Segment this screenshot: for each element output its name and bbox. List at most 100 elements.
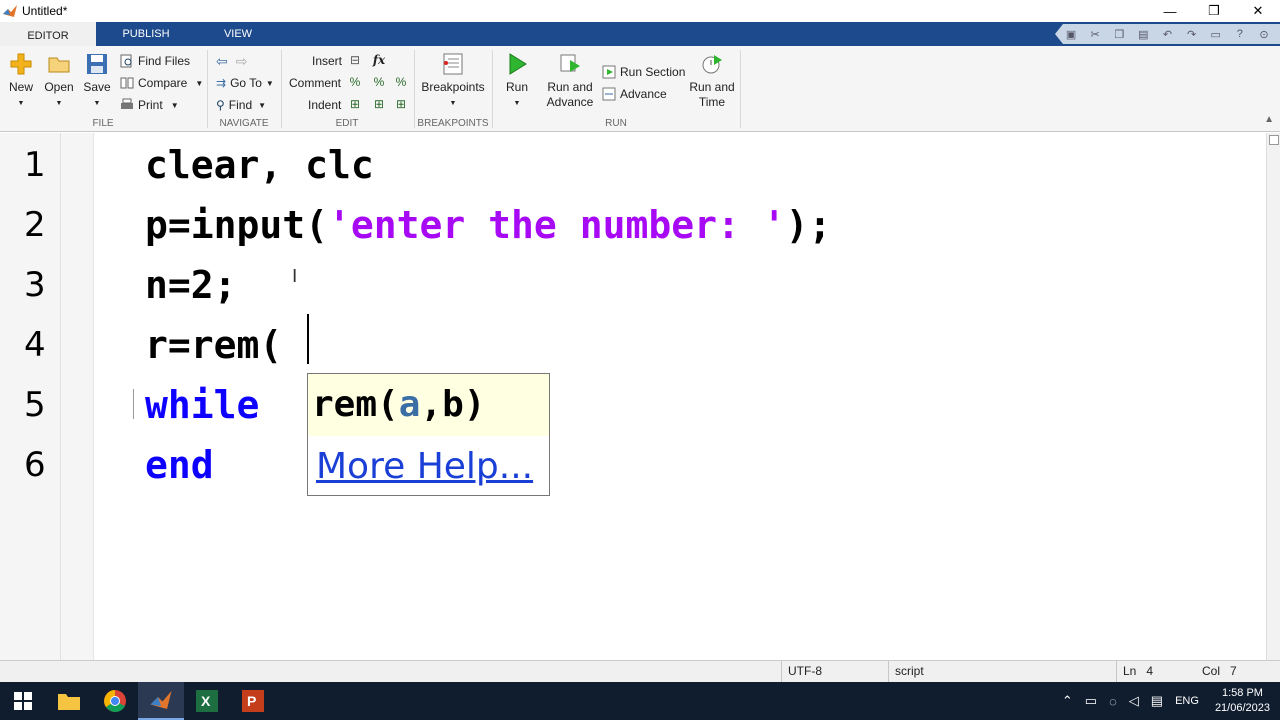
- language-indicator[interactable]: ENG: [1175, 695, 1199, 707]
- open-button[interactable]: Open ▼: [42, 52, 76, 111]
- taskbar-chrome[interactable]: [92, 682, 138, 720]
- ln-value: 4: [1146, 664, 1154, 678]
- line-number: 5: [24, 385, 46, 425]
- code-line[interactable]: n=2;: [145, 263, 237, 307]
- edit-group-label: EDIT: [335, 118, 359, 129]
- code-line[interactable]: r=rem(: [145, 323, 282, 367]
- taskbar-matlab[interactable]: [138, 682, 184, 720]
- code-fold-marker[interactable]: [133, 389, 141, 419]
- run-and-advance-button[interactable]: Run and Advance: [546, 52, 594, 110]
- file-group-label: FILE: [92, 118, 114, 129]
- copy-icon[interactable]: ❐: [1110, 28, 1128, 41]
- breakpoints-button[interactable]: Breakpoints ▼: [420, 52, 486, 111]
- code-string: 'enter the number: ': [328, 203, 786, 247]
- run-group-label: RUN: [605, 118, 627, 129]
- advance-button[interactable]: Advance: [602, 85, 667, 103]
- taskbar-file-explorer[interactable]: [46, 682, 92, 720]
- tab-view[interactable]: VIEW: [196, 22, 280, 46]
- ibeam-cursor-icon: I: [292, 266, 298, 287]
- more-help-link[interactable]: More Help...: [316, 446, 533, 487]
- go-to-button[interactable]: ⇉ Go To ▼: [216, 74, 274, 92]
- compare-button[interactable]: Compare ▼: [120, 74, 203, 92]
- status-bar: UTF-8 script Ln 4 Col 7: [0, 660, 1280, 682]
- help-icon[interactable]: ?: [1231, 28, 1249, 40]
- run-section-button[interactable]: Run Section: [602, 63, 685, 81]
- increase-indent-icon[interactable]: ⊞: [393, 96, 409, 112]
- code-line[interactable]: clear, clc: [145, 143, 374, 187]
- wrap-comments-icon[interactable]: %: [393, 74, 409, 90]
- fx-icon[interactable]: fx: [371, 52, 387, 68]
- run-and-advance-label-1: Run and: [547, 80, 593, 94]
- line-number: 3: [24, 265, 46, 305]
- options-icon[interactable]: ⊙: [1255, 28, 1273, 41]
- insert-button[interactable]: Insert: [312, 52, 342, 70]
- new-button[interactable]: New ▼: [6, 52, 36, 111]
- insert-section-icon[interactable]: ⊟: [347, 52, 363, 68]
- print-label: Print: [138, 98, 163, 112]
- find-files-button[interactable]: Find Files: [120, 52, 190, 70]
- matlab-logo-icon: [150, 691, 172, 709]
- save-icon[interactable]: ▣: [1062, 28, 1080, 41]
- wifi-icon[interactable]: ◌: [1109, 694, 1117, 709]
- decrease-indent-icon[interactable]: ⊞: [371, 96, 387, 112]
- ribbon-tabbar: EDITOR PUBLISH VIEW ▣ ✂ ❐ ▤ ↶ ↷ ▭ ? ⊙: [0, 22, 1280, 46]
- minimize-button[interactable]: —: [1148, 0, 1192, 22]
- comment-button[interactable]: Comment: [289, 74, 341, 92]
- redo-icon[interactable]: ↷: [1183, 28, 1201, 41]
- arrow-right-icon[interactable]: ⇨: [236, 53, 248, 70]
- svg-text:X: X: [201, 693, 211, 709]
- find-button[interactable]: ⚲ Find ▼: [216, 96, 266, 114]
- speaker-icon[interactable]: ◁: [1129, 693, 1139, 709]
- vertical-scrollbar[interactable]: [1266, 133, 1280, 660]
- comment-percent-icon[interactable]: %: [347, 74, 363, 90]
- new-label: New: [8, 80, 33, 94]
- restore-button[interactable]: ❐: [1192, 0, 1236, 22]
- find-files-label: Find Files: [138, 54, 191, 68]
- ln-label: Ln: [1123, 664, 1137, 678]
- print-button[interactable]: Print ▼: [120, 96, 179, 114]
- chevron-down-icon: ▼: [55, 100, 63, 107]
- window-title: Untitled*: [22, 4, 68, 18]
- smart-indent-icon[interactable]: ⊞: [347, 96, 363, 112]
- run-button[interactable]: Run ▼: [502, 52, 532, 111]
- clock[interactable]: 1:58 PM 21/06/2023: [1215, 686, 1270, 716]
- advance-label: Advance: [620, 87, 667, 101]
- battery-icon[interactable]: ▭: [1085, 693, 1097, 709]
- taskbar-powerpoint[interactable]: P: [230, 682, 276, 720]
- folder-icon: [58, 694, 80, 710]
- code-line[interactable]: while: [145, 383, 259, 427]
- indent-button[interactable]: Indent: [308, 96, 341, 114]
- collapse-ribbon-icon[interactable]: ▲: [1264, 114, 1274, 125]
- taskbar-excel[interactable]: X: [184, 682, 230, 720]
- save-button[interactable]: Save ▼: [82, 52, 112, 111]
- scrollbar-thumb[interactable]: [1269, 135, 1279, 145]
- tab-editor[interactable]: EDITOR: [0, 22, 96, 46]
- quick-access-toolbar: ▣ ✂ ❐ ▤ ↶ ↷ ▭ ? ⊙: [1055, 24, 1280, 44]
- code-line[interactable]: end: [145, 443, 214, 487]
- code-keyword: end: [145, 443, 214, 487]
- notification-icon[interactable]: ▤: [1151, 693, 1163, 709]
- clock-date: 21/06/2023: [1214, 702, 1270, 714]
- close-button[interactable]: ✕: [1236, 0, 1280, 22]
- chevron-down-icon: ▼: [195, 78, 204, 88]
- line-number: 2: [24, 205, 46, 245]
- tab-publish[interactable]: PUBLISH: [100, 22, 192, 46]
- uncomment-icon[interactable]: %: [371, 74, 387, 90]
- cut-icon[interactable]: ✂: [1086, 28, 1104, 41]
- undo-icon[interactable]: ↶: [1158, 28, 1176, 41]
- run-and-time-button[interactable]: Run and Time: [688, 52, 736, 110]
- switch-windows-icon[interactable]: ▭: [1207, 28, 1225, 41]
- go-to-icon: ⇉: [216, 76, 227, 90]
- back-forward-buttons[interactable]: ⇦ ⇨: [216, 52, 247, 70]
- arrow-left-icon[interactable]: ⇦: [216, 53, 228, 70]
- chevron-up-icon[interactable]: ⌃: [1062, 693, 1073, 709]
- excel-icon: X: [196, 690, 218, 712]
- paste-icon[interactable]: ▤: [1134, 28, 1152, 41]
- chevron-down-icon: ▼: [258, 100, 267, 110]
- code-editor[interactable]: 1 2 3 4 5 6 clear, clc p=input('enter th…: [0, 133, 1280, 660]
- navigate-group-label: NAVIGATE: [219, 118, 269, 129]
- code-line[interactable]: p=input('enter the number: ');: [145, 203, 831, 247]
- windows-taskbar: X P ⌃ ▭ ◌ ◁ ▤ ENG 1:58 PM 21/06/2023: [0, 682, 1280, 720]
- start-button[interactable]: [0, 682, 46, 720]
- chevron-down-icon: ▼: [93, 100, 101, 107]
